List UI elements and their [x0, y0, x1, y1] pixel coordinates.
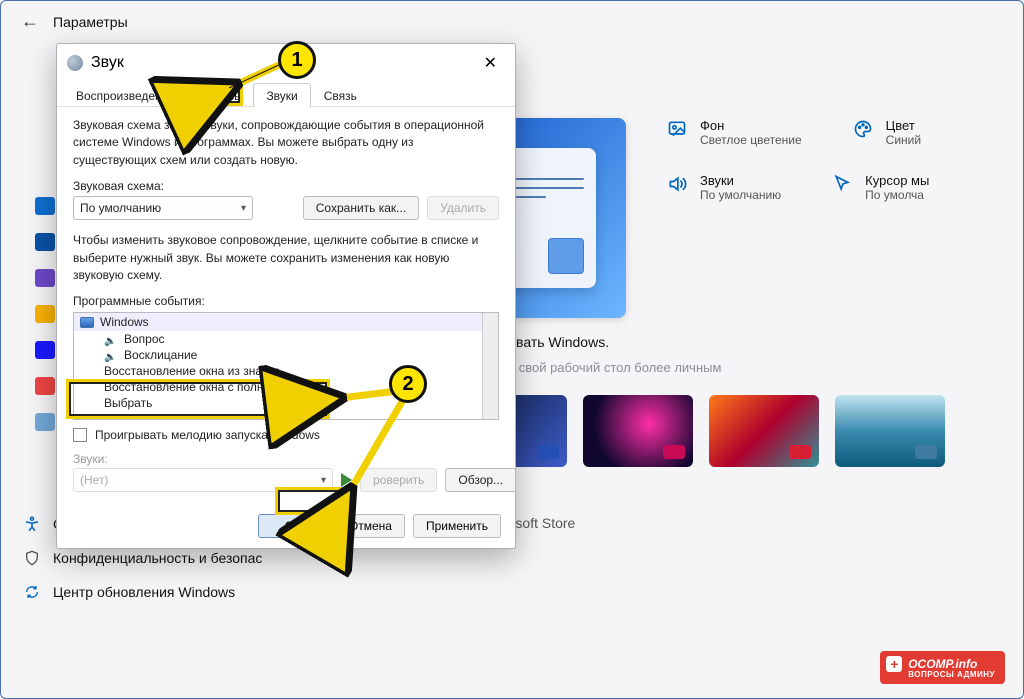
watermark: + OCOMP.info ВОПРОСЫ АДМИНУ — [880, 651, 1005, 684]
sounds-label: Звуки: — [73, 452, 499, 466]
dialog-tabs: Воспроизведение Запись Звуки Связь — [57, 82, 515, 107]
browse-button[interactable]: Обзор... — [445, 468, 516, 492]
prop-value: По умолчанию — [700, 188, 781, 202]
chevron-down-icon: ▾ — [241, 203, 246, 214]
tab-communications[interactable]: Связь — [311, 83, 370, 107]
theme-prop-cursor[interactable]: Курсор мыПо умолча — [831, 173, 929, 202]
preview-accent-square — [548, 238, 584, 274]
speaker-icon — [666, 173, 688, 195]
cancel-button[interactable]: Отмена — [336, 514, 405, 538]
sidebar-icon-placeholder — [35, 269, 55, 287]
annotation-badge-2: 2 — [389, 365, 427, 403]
prop-label: Звуки — [700, 173, 781, 188]
sidebar-blurred-icons — [35, 197, 57, 577]
prop-value: Светлое цветение — [700, 133, 802, 147]
dialog-body: Звуковая схема задает звуки, сопровождаю… — [57, 107, 515, 504]
sidebar-icon-placeholder — [35, 305, 55, 323]
theme-prop-sounds[interactable]: ЗвукиПо умолчанию — [666, 173, 781, 202]
sound-icon — [67, 55, 83, 71]
play-startup-checkbox[interactable] — [73, 428, 87, 442]
theme-prop-color[interactable]: ЦветСиний — [852, 118, 921, 147]
settings-header: ← Параметры — [1, 1, 1023, 42]
select-value: (Нет) — [80, 473, 108, 487]
play-startup-row: Проигрывать мелодию запуска Windows — [73, 428, 499, 442]
palette-icon — [852, 118, 874, 140]
chevron-down-icon: ▾ — [321, 475, 326, 486]
sidebar-icon-placeholder — [35, 341, 55, 359]
event-item: Восстановление окна с полного экрана — [74, 379, 498, 395]
event-item: Вопрос — [74, 331, 498, 347]
sound-select: (Нет) ▾ — [73, 468, 333, 492]
theme-thumbnail[interactable] — [709, 395, 819, 467]
event-root-windows: Windows — [74, 313, 498, 331]
update-icon — [23, 583, 41, 601]
watermark-tld: .info — [952, 657, 977, 671]
apply-button[interactable]: Применить — [413, 514, 501, 538]
tab-playback[interactable]: Воспроизведение — [63, 83, 188, 107]
sidebar-item-label: Центр обновления Windows — [53, 584, 235, 600]
scheme-desc: Звуковая схема задает звуки, сопровождаю… — [73, 117, 499, 169]
page-title: Параметры — [53, 14, 128, 30]
tab-recording[interactable]: Запись — [188, 83, 253, 107]
select-value: По умолчанию — [80, 201, 161, 215]
dialog-title: Звук — [91, 54, 124, 72]
play-icon[interactable] — [341, 473, 352, 487]
event-item: Восстановление окна из значка — [74, 363, 498, 379]
scrollbar[interactable] — [482, 313, 498, 419]
annotation-badge-1: 1 — [278, 41, 316, 79]
prop-label: Цвет — [886, 118, 921, 133]
ok-button[interactable]: ОК — [258, 514, 328, 538]
watermark-sub: ВОПРОСЫ АДМИНУ — [908, 670, 995, 679]
sidebar-item-label: Конфиденциальность и безопас — [53, 550, 262, 566]
cursor-icon — [831, 173, 853, 195]
prop-value: Синий — [886, 133, 921, 147]
plus-icon: + — [890, 656, 898, 672]
scheme-select[interactable]: По умолчанию ▾ — [73, 196, 253, 220]
prop-label: Фон — [700, 118, 802, 133]
prop-value: По умолча — [865, 188, 929, 202]
tab-sounds[interactable]: Звуки — [253, 83, 310, 107]
theme-thumbnail[interactable] — [583, 395, 693, 467]
sidebar-icon-placeholder — [35, 233, 55, 251]
speaker-small-icon — [104, 349, 116, 361]
sidebar-icon-placeholder — [35, 197, 55, 215]
events-label: Программные события: — [73, 294, 499, 308]
scheme-label: Звуковая схема: — [73, 179, 499, 193]
theme-thumbnail[interactable] — [835, 395, 945, 467]
save-as-button[interactable]: Сохранить как... — [303, 196, 419, 220]
events-desc: Чтобы изменить звуковое сопровождение, щ… — [73, 232, 499, 284]
image-icon — [666, 118, 688, 140]
watermark-brand: OCOMP — [908, 657, 952, 671]
prop-label: Курсор мы — [865, 173, 929, 188]
windows-icon — [80, 317, 94, 328]
events-listbox[interactable]: Windows Вопрос Восклицание Восстановлени… — [73, 312, 499, 420]
speaker-small-icon — [104, 333, 116, 345]
sidebar-icon-placeholder — [35, 377, 55, 395]
theme-prop-background[interactable]: ФонСветлое цветение — [666, 118, 802, 147]
sound-dialog: Звук ✕ Воспроизведение Запись Звуки Связ… — [56, 43, 516, 549]
close-button[interactable]: ✕ — [476, 51, 505, 75]
checkbox-label: Проигрывать мелодию запуска Windows — [95, 428, 320, 442]
test-button: роверить — [360, 468, 437, 492]
sidebar-item-windows-update[interactable]: Центр обновления Windows — [11, 575, 291, 609]
event-item: Выбрать — [74, 395, 498, 411]
sidebar-icon-placeholder — [35, 413, 55, 431]
delete-button: Удалить — [427, 196, 499, 220]
back-arrow-icon[interactable]: ← — [21, 11, 39, 32]
event-item: Восклицание — [74, 347, 498, 363]
dialog-footer: ОК Отмена Применить — [57, 504, 515, 548]
